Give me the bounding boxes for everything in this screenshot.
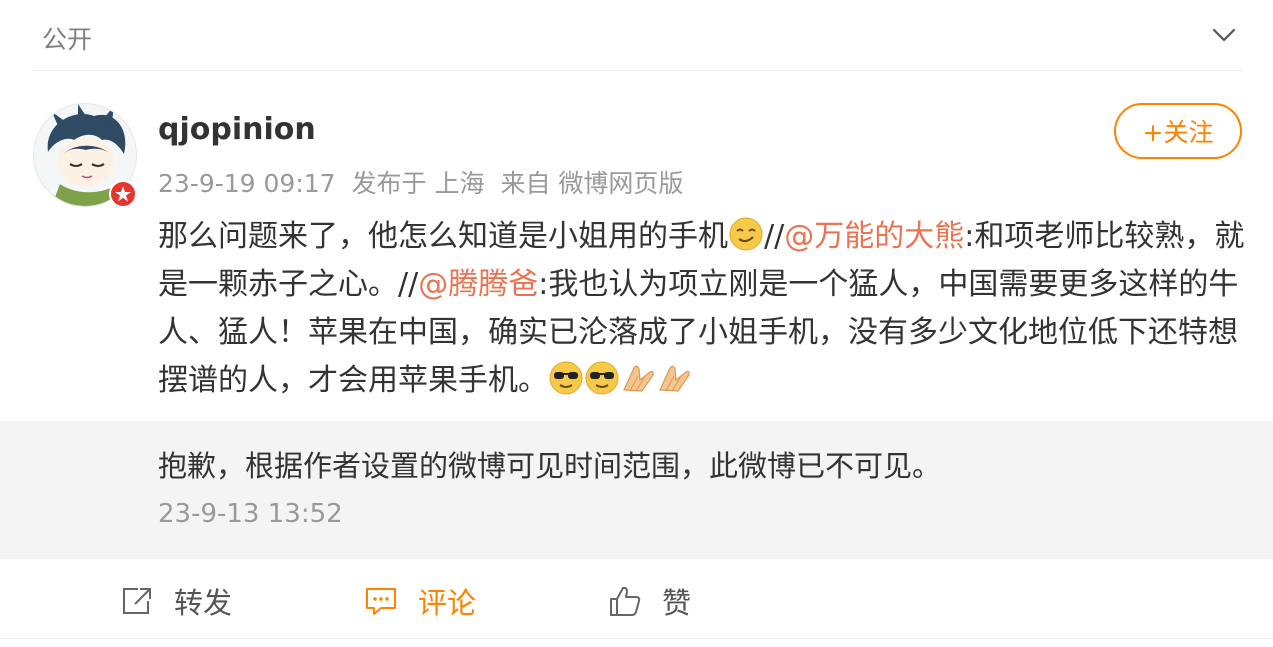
comment-button[interactable]: 评论: [364, 580, 476, 622]
thumbs-up-icon: [610, 586, 641, 616]
mention-link[interactable]: @腾腾爸: [418, 267, 538, 302]
smirk-emoji-icon: [728, 216, 764, 252]
cool-emoji-icon: [584, 360, 620, 396]
comment-label: 评论: [418, 586, 477, 620]
divider: [32, 70, 1242, 71]
avatar[interactable]: [33, 103, 137, 208]
share-icon: [123, 588, 151, 614]
post-content: 那么问题来了，他怎么知道是小姐用的手机 //@万能的大熊:和项老师比较熟，就是一…: [158, 213, 1248, 405]
like-button[interactable]: 赞: [608, 580, 691, 622]
comment-icon: [366, 588, 396, 615]
divider: [0, 638, 1273, 639]
post-text-part: 那么问题来了，他怎么知道是小姐用的手机: [158, 219, 728, 254]
repost-button[interactable]: 转发: [120, 580, 232, 622]
retweet-time[interactable]: 23-9-13 13:52: [158, 499, 343, 529]
post-location: 发布于 上海: [351, 169, 485, 198]
verified-badge-icon: [109, 180, 137, 208]
repost-label: 转发: [174, 586, 233, 620]
chevron-down-icon[interactable]: [1206, 20, 1242, 50]
cool-emoji-icon: [548, 360, 584, 396]
follow-button[interactable]: +关注: [1114, 103, 1242, 159]
username[interactable]: qjopinion: [158, 112, 316, 147]
retweet-box[interactable]: 抱歉，根据作者设置的微博可见时间范围，此微博已不可见。 23-9-13 13:5…: [0, 421, 1273, 559]
repost-separator: //: [764, 219, 785, 254]
post-time[interactable]: 23-9-19 09:17: [158, 169, 336, 198]
post-header-bar: 公开: [0, 0, 1273, 72]
visibility-label: 公开: [42, 25, 93, 54]
like-label: 赞: [662, 586, 692, 620]
mention-link[interactable]: @万能的大熊: [784, 219, 964, 254]
action-bar: 转发 评论 赞: [0, 560, 1273, 640]
unavailable-notice: 抱歉，根据作者设置的微博可见时间范围，此微博已不可见。: [158, 449, 942, 483]
post-meta: 23-9-19 09:17 发布于 上海 来自 微博网页版: [158, 164, 691, 200]
clap-emoji-icon: [656, 360, 692, 396]
clap-emoji-icon: [620, 360, 656, 396]
post-source: 来自 微博网页版: [500, 169, 684, 198]
